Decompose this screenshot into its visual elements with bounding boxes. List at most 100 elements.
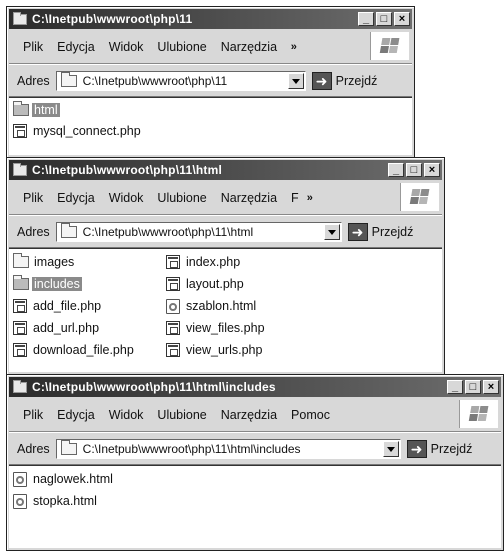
menu-bar: Plik Edycja Widok Ulubione Narzędzia F » (9, 182, 442, 215)
html-file-icon (13, 493, 27, 509)
go-button-label[interactable]: Przejdź (431, 442, 473, 456)
menu-edycja[interactable]: Edycja (57, 408, 95, 422)
folder-icon (13, 253, 29, 268)
explorer-window-php-11: C:\Inetpub\wwwroot\php\11 _ □ × Plik Edy… (6, 6, 415, 158)
menu-widok[interactable]: Widok (109, 191, 144, 205)
folder-icon (13, 379, 27, 393)
php-file-icon (166, 321, 180, 335)
menu-edycja[interactable]: Edycja (57, 191, 95, 205)
address-field[interactable]: C:\Inetpub\wwwroot\php\11 (55, 71, 306, 91)
explorer-window-php-11-html: C:\Inetpub\wwwroot\php\11\html _ □ × Pli… (6, 157, 445, 375)
close-button[interactable]: × (394, 12, 410, 26)
explorer-window-includes: C:\Inetpub\wwwroot\php\11\html\includes … (6, 374, 504, 551)
window-title: C:\Inetpub\wwwroot\php\11\html\includes (32, 380, 276, 394)
go-button-label[interactable]: Przejdź (336, 74, 378, 88)
minimize-button[interactable]: _ (447, 380, 463, 394)
maximize-button[interactable]: □ (465, 380, 481, 394)
list-item-view-urls-php[interactable]: view_urls.php (166, 341, 264, 359)
minimize-button[interactable]: _ (358, 12, 374, 26)
file-name: view_files.php (186, 321, 265, 335)
menu-bar: Plik Edycja Widok Ulubione Narzędzia Pom… (9, 399, 501, 432)
title-bar[interactable]: C:\Inetpub\wwwroot\php\11\html\includes … (9, 377, 501, 397)
list-item-download-file-php[interactable]: download_file.php (13, 341, 136, 359)
file-list: html mysql_connect.php (9, 97, 412, 155)
address-text: C:\Inetpub\wwwroot\php\11\html\includes (82, 442, 301, 456)
list-item-folder-images[interactable]: images (13, 253, 76, 271)
menu-ulubione[interactable]: Ulubione (157, 408, 206, 422)
list-item-add-url-php[interactable]: add_url.php (13, 319, 101, 337)
windows-logo-icon (370, 32, 409, 60)
address-dropdown-button[interactable] (382, 441, 399, 457)
menu-pomoc[interactable]: Pomoc (291, 408, 330, 422)
menu-ulubione[interactable]: Ulubione (157, 40, 206, 54)
go-arrow-icon[interactable]: ➜ (347, 223, 368, 241)
menu-narzedzia[interactable]: Narzędzia (221, 191, 277, 205)
file-name: layout.php (186, 277, 244, 291)
go-arrow-icon[interactable]: ➜ (311, 72, 332, 90)
file-name: stopka.html (33, 494, 97, 508)
folder-icon (13, 101, 29, 116)
menu-narzedzia[interactable]: Narzędzia (221, 408, 277, 422)
menu-edycja[interactable]: Edycja (57, 40, 95, 54)
list-item-folder-html[interactable]: html (13, 101, 60, 119)
list-item-stopka-html[interactable]: stopka.html (13, 492, 99, 510)
menu-widok[interactable]: Widok (109, 408, 144, 422)
list-item-naglowek-html[interactable]: naglowek.html (13, 470, 115, 488)
list-item-szablon-html[interactable]: szablon.html (166, 297, 258, 315)
file-name: mysql_connect.php (33, 124, 141, 138)
folder-icon (13, 275, 29, 290)
close-button[interactable]: × (483, 380, 499, 394)
folder-icon (60, 440, 77, 455)
folder-icon (13, 11, 27, 25)
menu-plik[interactable]: Plik (23, 40, 43, 54)
menu-overflow-chevron[interactable]: » (307, 192, 313, 204)
list-item-folder-includes[interactable]: includes (13, 275, 82, 293)
maximize-button[interactable]: □ (406, 163, 422, 177)
menu-bar: Plik Edycja Widok Ulubione Narzędzia » (9, 31, 412, 64)
windows-logo-icon (459, 400, 498, 428)
list-item-index-php[interactable]: index.php (166, 253, 242, 271)
window-title: C:\Inetpub\wwwroot\php\11 (32, 12, 193, 26)
maximize-button[interactable]: □ (376, 12, 392, 26)
file-name: index.php (186, 255, 241, 269)
php-file-icon (166, 255, 180, 269)
address-bar: Adres C:\Inetpub\wwwroot\php\11 ➜ Przejd… (9, 66, 412, 97)
php-file-icon (13, 343, 27, 357)
address-text: C:\Inetpub\wwwroot\php\11 (82, 74, 228, 88)
menu-ulubione[interactable]: Ulubione (157, 191, 206, 205)
go-arrow-icon[interactable]: ➜ (406, 440, 427, 458)
address-dropdown-button[interactable] (323, 224, 340, 240)
file-name: download_file.php (33, 343, 134, 357)
menu-overflow-chevron[interactable]: » (291, 41, 297, 53)
folder-icon (60, 223, 77, 238)
title-bar[interactable]: C:\Inetpub\wwwroot\php\11\html _ □ × (9, 160, 442, 180)
address-field[interactable]: C:\Inetpub\wwwroot\php\11\html\includes (55, 439, 401, 459)
html-file-icon (13, 471, 27, 487)
menu-plik[interactable]: Plik (23, 408, 43, 422)
go-button-label[interactable]: Przejdź (372, 225, 414, 239)
file-name: add_file.php (33, 299, 102, 313)
title-bar[interactable]: C:\Inetpub\wwwroot\php\11 _ □ × (9, 9, 412, 29)
php-file-icon (13, 124, 27, 138)
minimize-button[interactable]: _ (388, 163, 404, 177)
file-name: view_urls.php (186, 343, 263, 357)
menu-plik[interactable]: Plik (23, 191, 43, 205)
list-item-mysql-connect-php[interactable]: mysql_connect.php (13, 122, 143, 140)
address-field[interactable]: C:\Inetpub\wwwroot\php\11\html (55, 222, 342, 242)
file-name: szablon.html (186, 299, 257, 313)
address-dropdown-button[interactable] (287, 73, 304, 89)
php-file-icon (13, 299, 27, 313)
php-file-icon (13, 321, 27, 335)
windows-logo-icon (400, 183, 439, 211)
list-item-view-files-php[interactable]: view_files.php (166, 319, 267, 337)
close-button[interactable]: × (424, 163, 440, 177)
file-name: html (32, 103, 60, 117)
list-item-add-file-php[interactable]: add_file.php (13, 297, 103, 315)
menu-widok[interactable]: Widok (109, 40, 144, 54)
menu-narzedzia[interactable]: Narzędzia (221, 40, 283, 54)
menu-partial-item[interactable]: F (291, 191, 299, 205)
html-file-icon (166, 298, 180, 314)
list-item-layout-php[interactable]: layout.php (166, 275, 246, 293)
window-title: C:\Inetpub\wwwroot\php\11\html (32, 163, 222, 177)
file-name: add_url.php (33, 321, 100, 335)
